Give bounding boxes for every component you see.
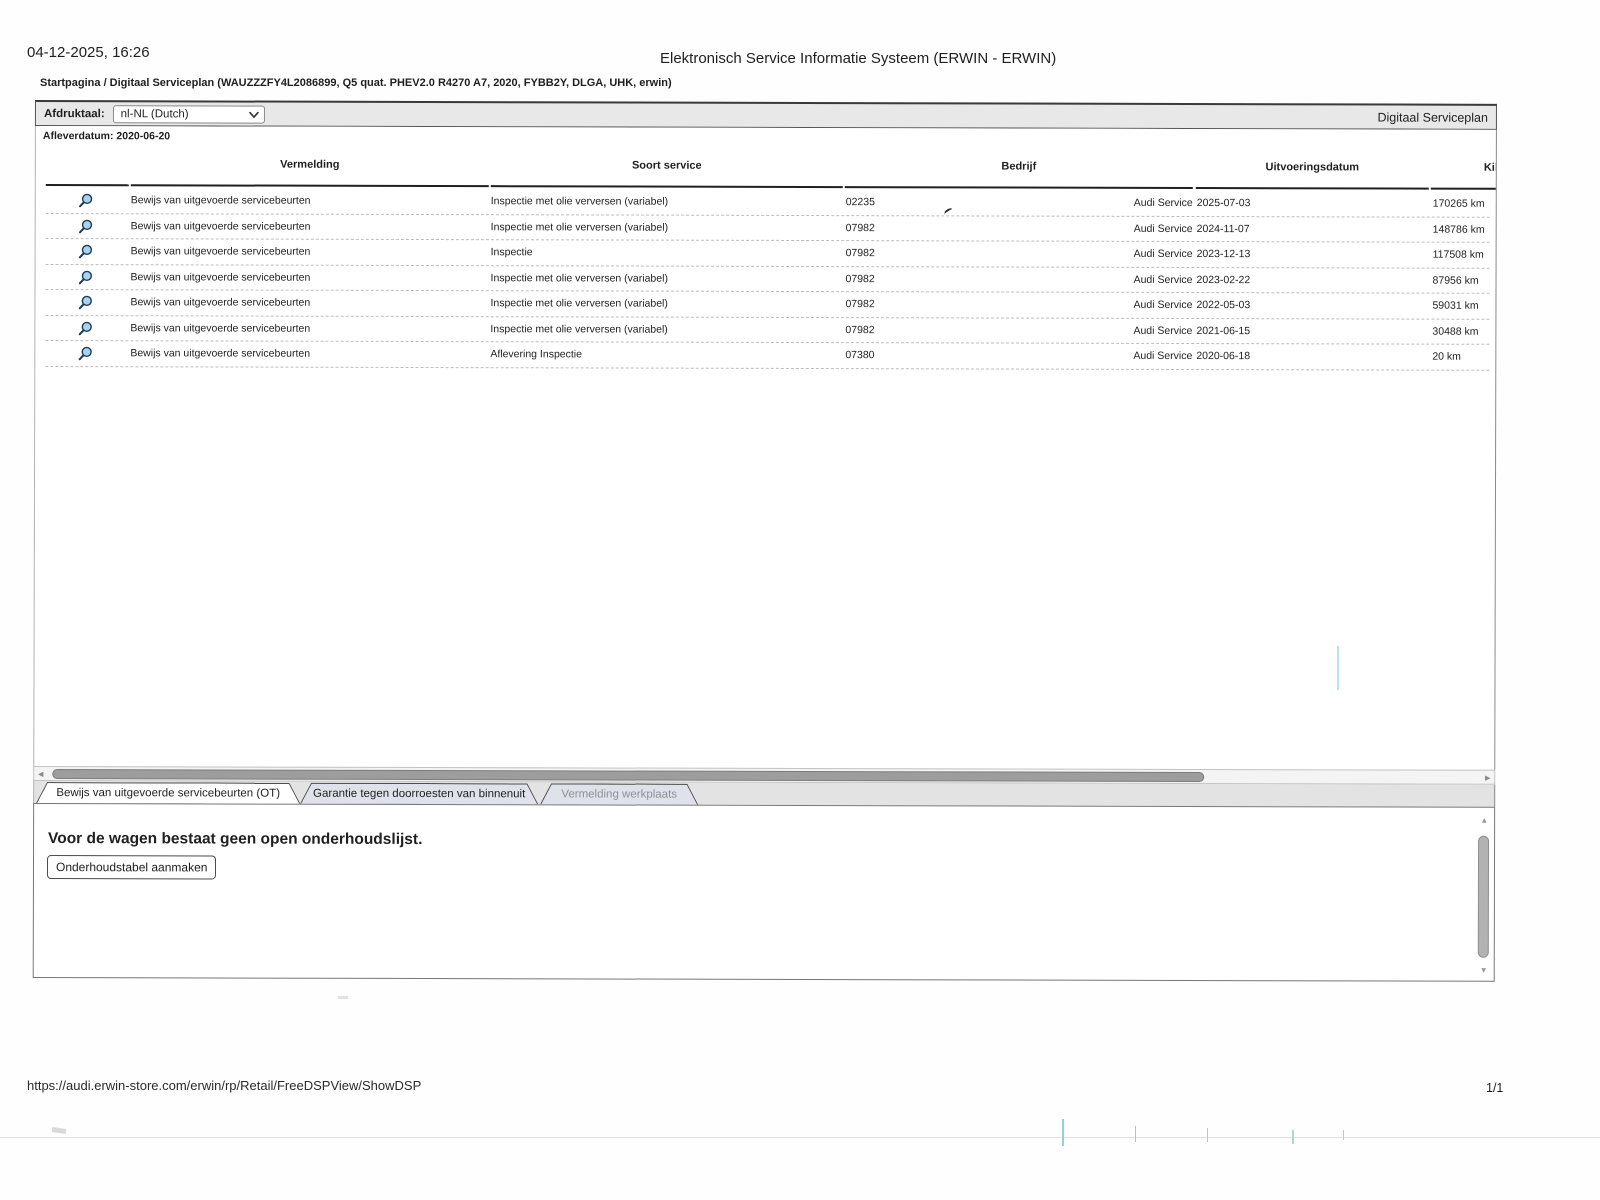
col-header-soort-service: Soort service xyxy=(491,159,843,172)
scan-artifact xyxy=(1207,1128,1208,1142)
vertical-scrollbar-thumb[interactable] xyxy=(1478,836,1489,958)
row-detail-magnifier-icon[interactable] xyxy=(77,345,93,373)
header-divider xyxy=(491,185,843,188)
row-bedrijf-code: 07982 xyxy=(846,241,875,267)
tab-garantie-doorroesten[interactable]: Garantie tegen doorroesten van binnenuit xyxy=(300,783,538,805)
table-header: Vermelding Soort service Bedrijf Uitvoer… xyxy=(46,126,1497,192)
header-divider xyxy=(46,184,129,186)
tab-label: Vermelding werkplaats xyxy=(541,784,697,804)
row-soort-service: Inspectie xyxy=(491,240,533,266)
row-bedrijf-code: 07982 xyxy=(846,216,875,242)
tab-vermelding-werkplaats[interactable]: Vermelding werkplaats xyxy=(540,783,698,804)
serviceplan-table-frame: Afleverdatum: 2020-06-20 Vermelding Soor… xyxy=(33,126,1497,770)
row-kilometerstand: 148786 km xyxy=(1433,217,1485,243)
row-soort-service: Inspectie met olie verversen (variabel) xyxy=(491,266,668,292)
row-bedrijf-naam: Audi Service xyxy=(1025,318,1192,344)
header-divider xyxy=(1196,187,1429,190)
app-area: Afdruktaal: nl-NL (Dutch) Digitaal Servi… xyxy=(0,0,1600,1054)
scroll-down-icon[interactable]: ▼ xyxy=(1480,966,1488,975)
scroll-up-icon[interactable]: ▲ xyxy=(1480,816,1488,825)
col-header-vermelding: Vermelding xyxy=(131,158,489,171)
row-soort-service: Inspectie met olie verversen (variabel) xyxy=(490,317,667,343)
row-kilometerstand: 59031 km xyxy=(1432,294,1478,320)
tab-bewijs-servicebeurten[interactable]: Bewijs van uitgevoerde servicebeurten (O… xyxy=(36,782,300,804)
header-divider xyxy=(845,186,1193,189)
row-kilometerstand: 20 km xyxy=(1432,345,1461,371)
tab-label: Garantie tegen doorroesten van binnenuit xyxy=(301,784,537,805)
row-soort-service: Inspectie met olie verversen (variabel) xyxy=(490,291,667,317)
scroll-left-icon[interactable]: ◄ xyxy=(36,768,45,780)
row-kilometerstand: 117508 km xyxy=(1433,243,1484,269)
page-number: 1/1 xyxy=(1486,1081,1503,1095)
table-row: Bewijs van uitgevoerde servicebeurten In… xyxy=(46,214,1490,243)
table-row: Bewijs van uitgevoerde servicebeurten In… xyxy=(46,239,1490,268)
row-vermelding: Bewijs van uitgevoerde servicebeurten xyxy=(131,214,311,240)
row-bedrijf-naam: Audi Service xyxy=(1025,267,1192,293)
row-kilometerstand: 30488 km xyxy=(1432,319,1478,345)
print-toolbar: Afdruktaal: nl-NL (Dutch) Digitaal Servi… xyxy=(35,100,1497,130)
row-vermelding: Bewijs van uitgevoerde servicebeurten xyxy=(130,290,310,316)
row-uitvoeringsdatum: 2024-11-07 xyxy=(1197,217,1250,243)
row-soort-service: Inspectie met olie verversen (variabel) xyxy=(491,215,668,241)
header-divider xyxy=(1431,188,1497,190)
row-uitvoeringsdatum: 2021-06-15 xyxy=(1196,319,1250,345)
scan-artifact xyxy=(1062,1119,1064,1146)
table-row: Bewijs van uitgevoerde servicebeurten In… xyxy=(45,316,1489,345)
col-header-uitvoeringsdatum: Uitvoeringsdatum xyxy=(1196,161,1429,174)
row-vermelding: Bewijs van uitgevoerde servicebeurten xyxy=(131,188,311,214)
row-kilometerstand: 87956 km xyxy=(1432,268,1478,294)
row-bedrijf-code: 07982 xyxy=(845,292,874,318)
row-soort-service: Aflevering Inspectie xyxy=(490,342,582,368)
row-vermelding: Bewijs van uitgevoerde servicebeurten xyxy=(131,239,311,265)
language-select[interactable]: nl-NL (Dutch) xyxy=(113,105,265,123)
row-bedrijf-naam: Audi Service xyxy=(1025,344,1192,370)
scan-artifact xyxy=(52,1127,67,1134)
row-soort-service: Inspectie met olie verversen (variabel) xyxy=(491,189,668,215)
row-bedrijf-code: 02235 xyxy=(846,190,875,216)
row-uitvoeringsdatum: 2023-02-22 xyxy=(1196,268,1250,294)
scan-artifact xyxy=(1135,1126,1136,1142)
table-row: Bewijs van uitgevoerde servicebeurten Af… xyxy=(45,341,1489,370)
row-kilometerstand: 170265 km xyxy=(1433,192,1485,218)
maintenance-panel: Voor de wagen bestaat geen open onderhou… xyxy=(33,803,1495,982)
digital-serviceplan-label: Digitaal Serviceplan xyxy=(1377,110,1488,124)
scroll-right-icon[interactable]: ► xyxy=(1483,772,1492,784)
row-vermelding: Bewijs van uitgevoerde servicebeurten xyxy=(130,316,310,342)
row-uitvoeringsdatum: 2023-12-13 xyxy=(1197,242,1251,268)
row-bedrijf-naam: Audi Service xyxy=(1026,242,1193,268)
create-maintenance-table-button[interactable]: Onderhoudstabel aanmaken xyxy=(47,855,217,879)
header-divider xyxy=(131,184,489,187)
scan-artifact xyxy=(0,1137,1600,1138)
printed-page: 04-12-2025, 16:26 Elektronisch Service I… xyxy=(0,0,1600,1200)
row-bedrijf-code: 07982 xyxy=(845,318,874,344)
row-uitvoeringsdatum: 2025-07-03 xyxy=(1197,191,1251,217)
footer-url: https://audi.erwin-store.com/erwin/rp/Re… xyxy=(27,1078,421,1093)
row-bedrijf-naam: Audi Service xyxy=(1026,191,1193,217)
chevron-down-icon xyxy=(249,111,259,118)
language-selected-value: nl-NL (Dutch) xyxy=(121,108,189,120)
table-row: Bewijs van uitgevoerde servicebeurten In… xyxy=(46,188,1490,217)
col-header-kilometerstand: Kilo xyxy=(1484,162,1497,174)
row-bedrijf-naam: Audi Service xyxy=(1026,216,1193,242)
language-label: Afdruktaal: xyxy=(44,108,105,120)
row-bedrijf-code: 07380 xyxy=(845,343,874,369)
tab-strip: Bewijs van uitgevoerde servicebeurten (O… xyxy=(33,781,1495,807)
row-bedrijf-naam: Audi Service xyxy=(1025,293,1192,319)
row-bedrijf-code: 07982 xyxy=(845,267,874,293)
scan-artifact xyxy=(1292,1130,1294,1144)
row-uitvoeringsdatum: 2020-06-18 xyxy=(1196,344,1250,370)
row-vermelding: Bewijs van uitgevoerde servicebeurten xyxy=(130,341,310,367)
horizontal-scrollbar-thumb[interactable] xyxy=(52,769,1204,782)
scan-artifact xyxy=(1343,1130,1344,1140)
tab-label: Bewijs van uitgevoerde servicebeurten (O… xyxy=(37,783,299,804)
col-header-bedrijf: Bedrijf xyxy=(845,160,1193,173)
row-uitvoeringsdatum: 2022-05-03 xyxy=(1196,293,1250,319)
table-row: Bewijs van uitgevoerde servicebeurten In… xyxy=(46,265,1490,294)
row-vermelding: Bewijs van uitgevoerde servicebeurten xyxy=(131,265,311,291)
table-row: Bewijs van uitgevoerde servicebeurten In… xyxy=(45,290,1489,319)
no-open-maintenance-message: Voor de wagen bestaat geen open onderhou… xyxy=(48,830,422,849)
